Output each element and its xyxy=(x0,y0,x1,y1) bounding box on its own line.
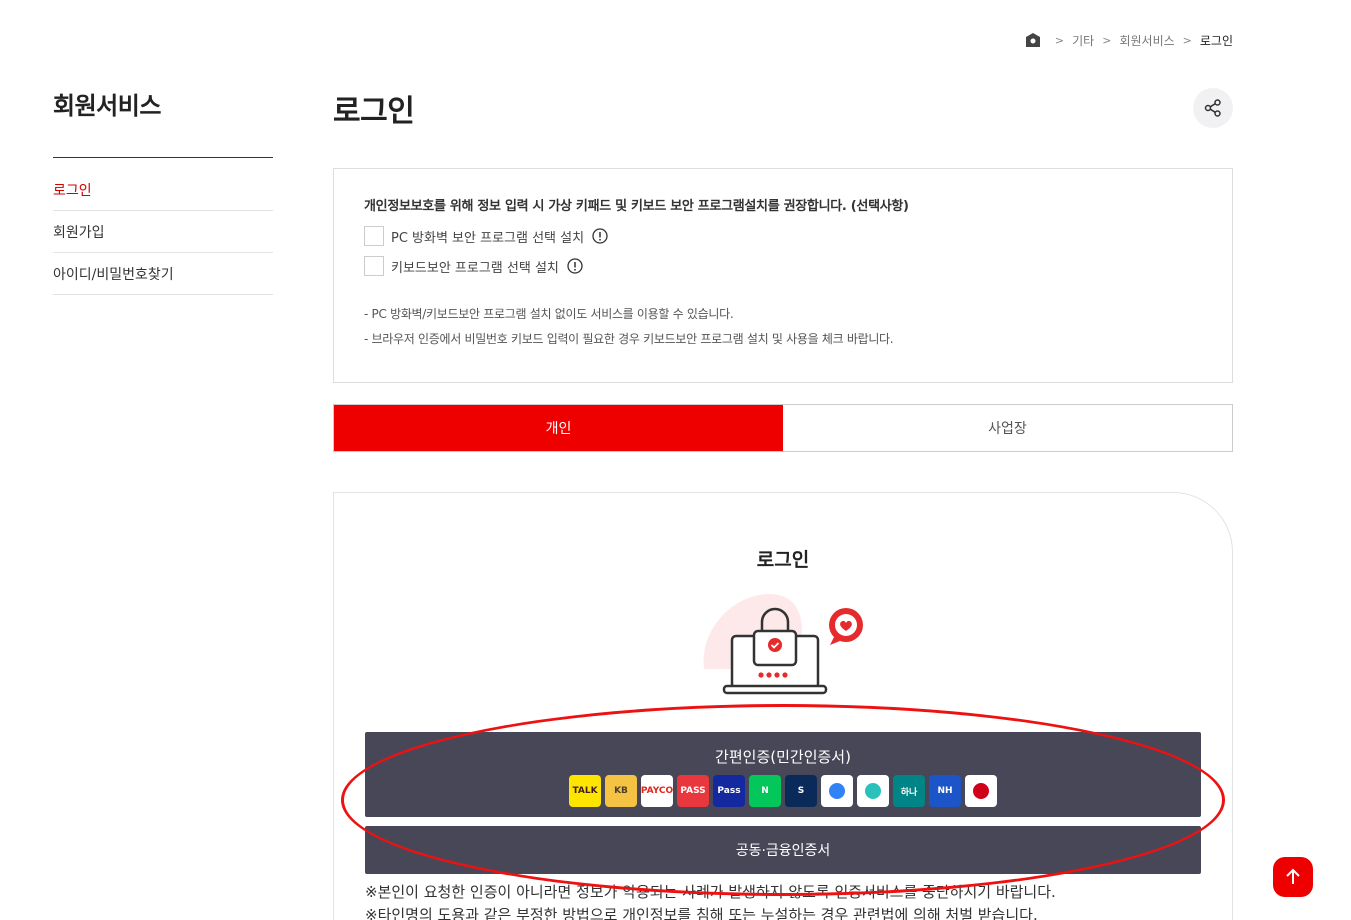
sidebar-title: 회원서비스 xyxy=(53,92,161,120)
toss-icon xyxy=(821,775,853,807)
sidebar-menu: 로그인 회원가입 아이디/비밀번호찾기 xyxy=(53,169,273,295)
payco-icon: PAYCO xyxy=(641,775,673,807)
security-notice: 개인정보보호를 위해 정보 입력 시 가상 키패드 및 키보드 보안 프로그램설… xyxy=(333,168,1233,383)
breadcrumb-current: 로그인 xyxy=(1199,33,1233,48)
keyboard-checkbox[interactable] xyxy=(364,256,384,276)
joint-cert-button[interactable]: 공동·금융인증서 xyxy=(365,826,1201,874)
easy-auth-button[interactable]: 간편인증(민간인증서) TALK KB PAYCO PASS Pass N S 하나 NH xyxy=(365,732,1201,817)
warning-text: ※타인명의 도용과 같은 부정한 방법으로 개인정보를 침해 또는 누설하는 경… xyxy=(365,906,1038,920)
warning-text: ※본인이 요청한 인증이 아니라면 정보가 악용되는 사례가 발생하지 않도록 … xyxy=(365,883,1056,901)
hana-icon: 하나 xyxy=(893,775,925,807)
page-title: 로그인 xyxy=(333,94,415,129)
tab-personal[interactable]: 개인 xyxy=(334,405,783,451)
share-button[interactable] xyxy=(1193,88,1233,128)
firewall-checkbox[interactable] xyxy=(364,226,384,246)
kb-icon: KB xyxy=(605,775,637,807)
naver-icon: N xyxy=(749,775,781,807)
keyboard-option-label: 키보드보안 프로그램 선택 설치 xyxy=(391,260,559,276)
login-title: 로그인 xyxy=(756,549,810,571)
login-card: 로그인 간편인증(민간인증서) TALK KB PAYCO PASS Pass N S 하나 N… xyxy=(333,492,1233,920)
notice-bullets: - PC 방화벽/키보드보안 프로그램 설치 없이도 서비스를 이용할 수 있습… xyxy=(364,302,1202,352)
chevron-right-icon: > xyxy=(1102,33,1112,47)
laptop-lock-illustration xyxy=(703,594,863,695)
info-icon[interactable] xyxy=(592,228,608,244)
nh-icon: NH xyxy=(929,775,961,807)
firewall-option-label: PC 방화벽 보안 프로그램 선택 설치 xyxy=(391,230,585,246)
info-icon[interactable] xyxy=(567,258,583,274)
sidebar-item-find-account[interactable]: 아이디/비밀번호찾기 xyxy=(53,253,273,295)
sidebar-item-login[interactable]: 로그인 xyxy=(53,169,273,211)
breadcrumb-item[interactable]: 기타 xyxy=(1072,32,1094,49)
breadcrumb: > 기타 > 회원서비스 > 로그인 xyxy=(1025,31,1233,49)
provider-icon-list: TALK KB PAYCO PASS Pass N S 하나 NH xyxy=(365,775,1201,807)
banksalad-icon xyxy=(857,775,889,807)
samsung-pass-icon: Pass xyxy=(713,775,745,807)
notice-bullet: - PC 방화벽/키보드보안 프로그램 설치 없이도 서비스를 이용할 수 있습… xyxy=(364,307,734,321)
pass-icon: PASS xyxy=(677,775,709,807)
breadcrumb-item[interactable]: 회원서비스 xyxy=(1119,32,1174,49)
home-icon[interactable] xyxy=(1025,32,1041,48)
arrow-up-icon xyxy=(1286,868,1300,884)
kakao-icon: TALK xyxy=(569,775,601,807)
shinhan-icon: S xyxy=(785,775,817,807)
tab-business[interactable]: 사업장 xyxy=(783,405,1232,451)
chevron-right-icon: > xyxy=(1054,33,1065,47)
kftc-icon xyxy=(965,775,997,807)
notice-bullet: - 브라우저 인증에서 비밀번호 키보드 입력이 필요한 경우 키보드보안 프로… xyxy=(364,332,894,346)
user-type-tabs: 개인 사업장 xyxy=(333,404,1233,452)
notice-heading: 개인정보보호를 위해 정보 입력 시 가상 키패드 및 키보드 보안 프로그램설… xyxy=(364,199,909,214)
firewall-option: PC 방화벽 보안 프로그램 선택 설치 xyxy=(364,226,1202,246)
share-icon xyxy=(1204,99,1221,117)
sidebar-item-signup[interactable]: 회원가입 xyxy=(53,211,273,253)
scroll-top-button[interactable] xyxy=(1273,857,1313,897)
sidebar-divider xyxy=(53,157,273,158)
chevron-right-icon: > xyxy=(1182,33,1192,47)
easy-auth-label: 간편인증(민간인증서) xyxy=(715,748,851,766)
keyboard-option: 키보드보안 프로그램 선택 설치 xyxy=(364,256,1202,276)
login-warnings: ※본인이 요청한 인증이 아니라면 정보가 악용되는 사례가 발생하지 않도록 … xyxy=(365,881,1225,920)
